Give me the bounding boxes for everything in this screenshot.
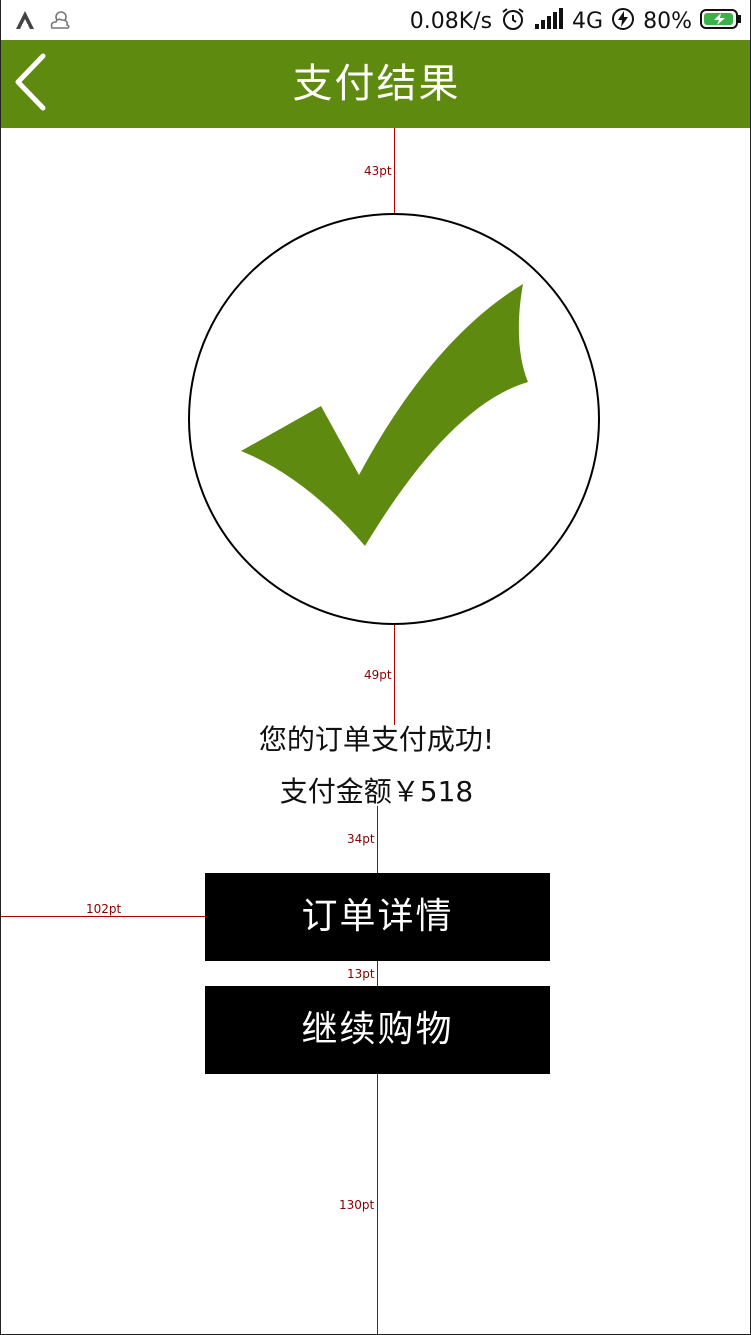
guide-label-amount-gap: 34pt (346, 832, 376, 846)
guide-bottom-gap (377, 1074, 378, 1334)
continue-shopping-button[interactable]: 继续购物 (205, 986, 550, 1074)
chevron-left-icon (13, 53, 47, 115)
order-detail-button[interactable]: 订单详情 (205, 873, 550, 961)
guide-button-gap (377, 961, 378, 986)
network-speed: 0.08K/s (409, 9, 493, 34)
guide-label-top-gap: 43pt (363, 164, 393, 178)
check-icon (188, 213, 600, 625)
charging-icon (611, 7, 635, 37)
status-bar-right: 0.08K/s 4G 80% (410, 6, 742, 38)
weather-icon (47, 8, 73, 36)
guide-label-circle-gap: 49pt (363, 668, 393, 682)
guide-amount-gap (377, 806, 378, 873)
success-indicator (188, 213, 600, 625)
signal-icon (534, 8, 564, 36)
app-header: 支付结果 (1, 40, 750, 128)
app-icon (13, 8, 37, 36)
alarm-icon (500, 6, 526, 38)
back-button[interactable] (7, 52, 53, 116)
page-title: 支付结果 (292, 61, 461, 107)
network-type: 4G (572, 9, 604, 34)
battery-icon (700, 8, 742, 36)
payment-amount: 支付金额￥518 (279, 775, 474, 808)
payment-result-screen: 0.08K/s 4G 80% 支付结果 43pt 49pt 34pt 102pt… (0, 0, 751, 1335)
status-bar-left (13, 8, 73, 36)
guide-label-bottom-gap: 130pt (338, 1198, 376, 1212)
battery-percent: 80% (643, 9, 692, 34)
guide-circle-gap (394, 625, 395, 725)
guide-top-gap (394, 128, 395, 213)
guide-label-left-margin: 102pt (85, 902, 123, 916)
guide-label-button-gap: 13pt (346, 967, 376, 981)
guide-left-margin (1, 916, 205, 917)
success-message: 您的订单支付成功! (258, 723, 495, 756)
status-bar: 0.08K/s 4G 80% (1, 0, 750, 40)
